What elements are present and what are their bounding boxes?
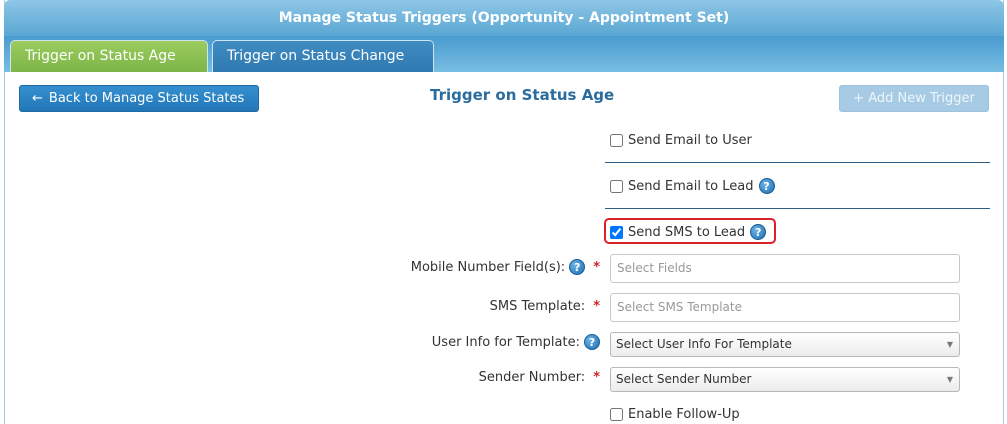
enable-follow-up-label: Enable Follow-Up [628,407,740,422]
sms-template-label-text: SMS Template: [489,299,586,314]
sender-number-label-text: Sender Number: [478,370,586,385]
user-info-label-text: User Info for Template: [431,334,580,350]
sms-template-field-label: SMS Template: * [490,299,600,314]
chevron-down-icon: ▼ [946,340,953,349]
mobile-number-fields-input[interactable]: Select Fields [610,254,960,283]
tab-strip: Trigger on Status Age (0) Trigger on Sta… [4,36,1004,94]
send-email-user-label: Send Email to User [628,133,752,148]
chevron-down-icon: ▼ [946,375,953,384]
add-new-trigger-button[interactable]: + Add New Trigger [839,85,989,112]
send-email-lead-label: Send Email to Lead [628,178,754,194]
arrow-left-icon: ← [32,91,43,106]
required-indicator: * [593,299,600,314]
send-sms-lead-label: Send SMS to Lead [628,224,746,240]
send-email-user-checkbox[interactable] [610,134,623,147]
enable-follow-up-checkbox[interactable] [610,408,623,421]
help-icon[interactable]: ? [569,259,586,275]
enable-follow-up-option[interactable]: Enable Follow-Up [610,407,740,422]
mobile-number-label-text: Mobile Number Field(s): [410,259,566,275]
back-to-status-states-button[interactable]: ← Back to Manage Status States [19,85,259,112]
help-icon[interactable]: ? [584,334,600,350]
mobile-number-field-label: Mobile Number Field(s): ? * [411,259,600,275]
page-title: Manage Status Triggers (Opportunity - Ap… [4,0,1004,36]
user-info-select-value: Select User Info For Template [616,337,792,351]
required-indicator: * [593,259,600,275]
back-button-label: Back to Manage Status States [48,91,245,106]
divider [605,162,990,163]
add-button-label: Add New Trigger [868,91,975,106]
send-sms-lead-checkbox[interactable] [610,225,623,239]
sender-number-select-value: Select Sender Number [616,372,752,386]
send-email-user-option[interactable]: Send Email to User [610,133,752,148]
help-icon[interactable]: ? [758,178,775,194]
tab-status-age[interactable]: Trigger on Status Age (0) [10,40,208,94]
plus-icon: + [853,91,865,106]
sender-number-field-label: Sender Number: * [479,370,600,385]
user-info-select[interactable]: Select User Info For Template ▼ [610,332,960,357]
section-title: Trigger on Status Age [430,86,615,104]
tab-status-change[interactable]: Trigger on Status Change (0) [212,40,434,94]
sender-number-select[interactable]: Select Sender Number ▼ [610,367,960,392]
help-icon[interactable]: ? [750,224,767,240]
send-sms-lead-option[interactable]: Send SMS to Lead ? [610,224,767,240]
send-email-lead-checkbox[interactable] [610,179,623,193]
send-email-lead-option[interactable]: Send Email to Lead ? [610,178,775,194]
user-info-field-label: User Info for Template: ? [432,334,600,350]
divider [605,208,990,209]
sms-template-input[interactable]: Select SMS Template [610,293,960,322]
required-indicator: * [593,370,600,385]
